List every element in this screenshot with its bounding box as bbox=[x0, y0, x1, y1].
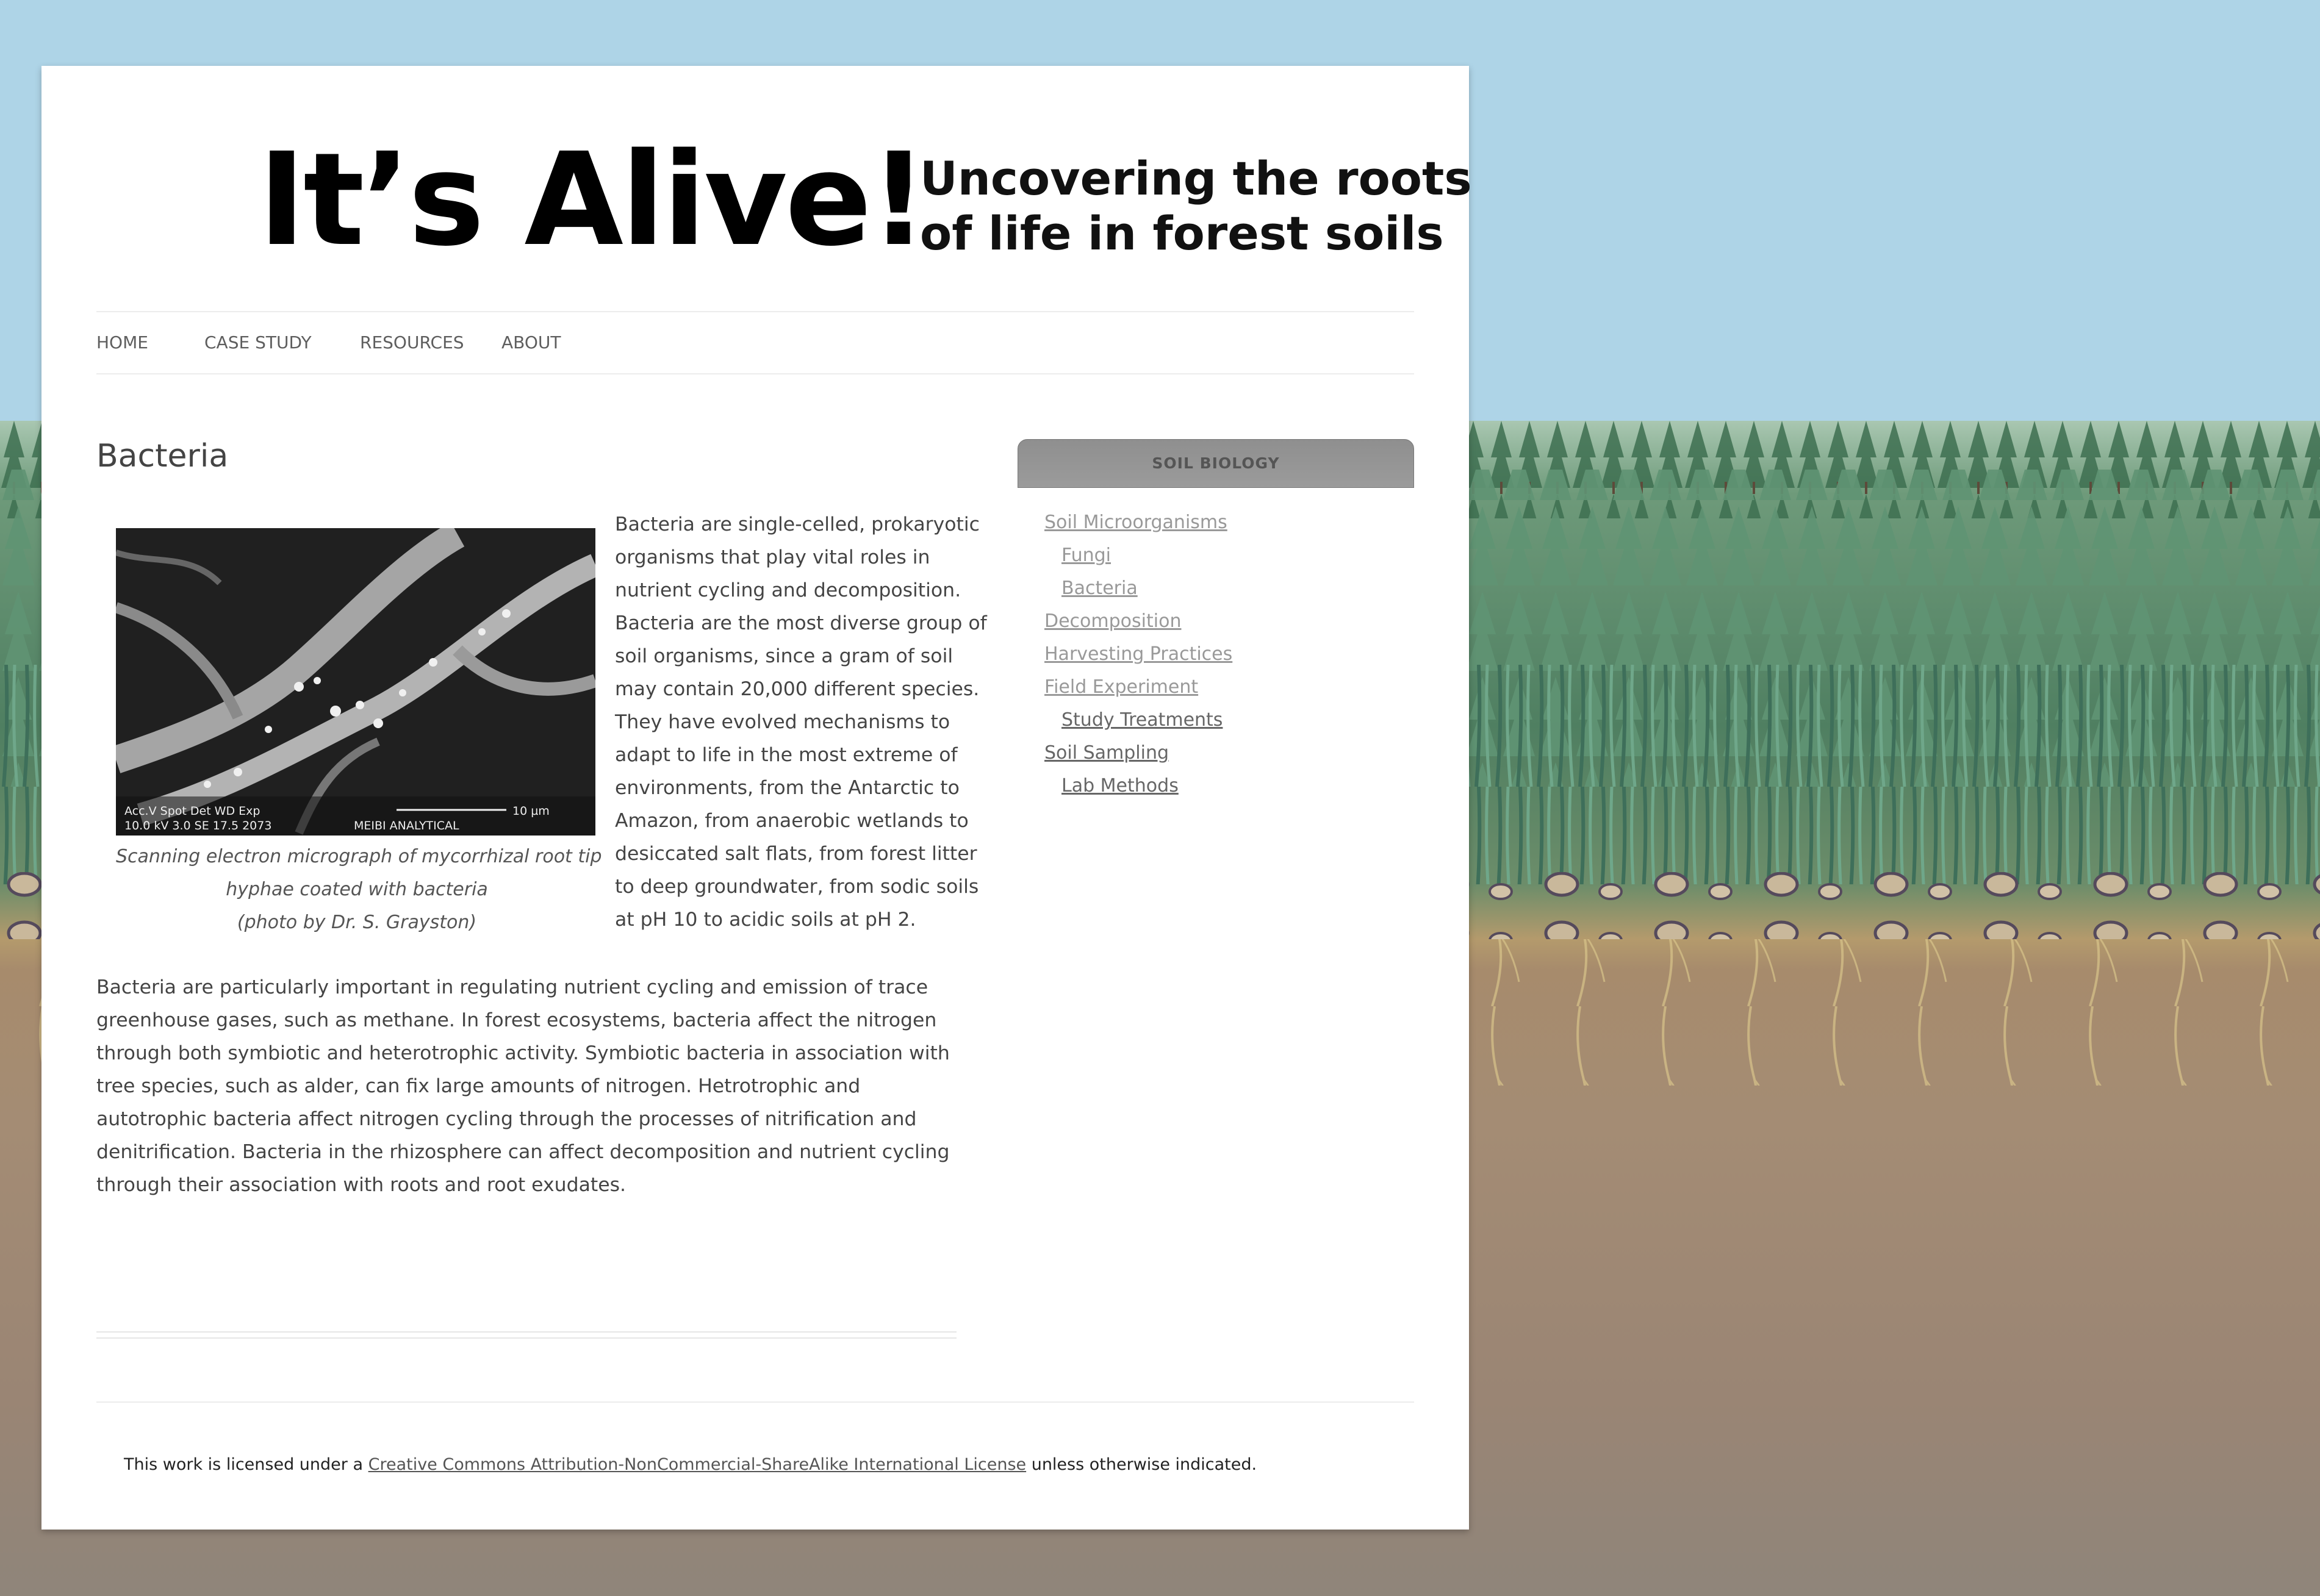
bacteria-figure: Acc.V Spot Det WD Exp 10.0 kV 3.0 SE 17.… bbox=[116, 528, 602, 939]
caption-line-3: (photo by Dr. S. Grayston) bbox=[237, 912, 477, 933]
sidebar-item-field-experiment: Field Experiment bbox=[1018, 671, 1414, 704]
sem-micrograph-image: Acc.V Spot Det WD Exp 10.0 kV 3.0 SE 17.… bbox=[116, 528, 595, 836]
sidebar-link-field-experiment[interactable]: Field Experiment bbox=[1018, 671, 1414, 704]
tagline-line-2: of life in forest soils bbox=[920, 206, 1444, 260]
sidebar-item-fungi: Fungi bbox=[1018, 539, 1414, 572]
sidebar-link-harvesting-practices[interactable]: Harvesting Practices bbox=[1018, 638, 1414, 671]
sidebar-item-study-treatments: Study Treatments bbox=[1018, 704, 1414, 737]
nav-about[interactable]: ABOUT bbox=[501, 312, 561, 373]
license-footer: This work is licensed under a Creative C… bbox=[124, 1455, 1257, 1474]
intro-paragraph: Bacteria are single-celled, prokaryotic … bbox=[615, 514, 987, 931]
micrograph-scale-text: Acc.V Spot Det WD Exp bbox=[124, 804, 260, 818]
page-title: Bacteria bbox=[96, 438, 229, 474]
caption-line-2: hyphae coated with bacteria bbox=[226, 879, 488, 900]
nav-home[interactable]: HOME bbox=[96, 312, 148, 373]
micrograph-scale-text-2: 10.0 kV 3.0 SE 17.5 2073 bbox=[124, 819, 271, 832]
sidebar-link-decomposition[interactable]: Decomposition bbox=[1018, 605, 1414, 638]
sidebar-item-harvesting-practices: Harvesting Practices bbox=[1018, 638, 1414, 671]
page-container: It’s Alive! Uncovering the roots of life… bbox=[41, 66, 1472, 1530]
site-title[interactable]: It’s Alive! bbox=[258, 133, 928, 267]
micrograph-scale-label: 10 µm bbox=[512, 804, 550, 818]
footer-divider bbox=[96, 1401, 1414, 1403]
tagline-line-1: Uncovering the roots bbox=[920, 151, 1472, 206]
sidebar-item-decomposition: Decomposition bbox=[1018, 605, 1414, 638]
footer-prefix: This work is licensed under a bbox=[124, 1455, 368, 1474]
nav-case-study[interactable]: CASE STUDY bbox=[204, 312, 312, 373]
micrograph-lab-label: MEIBI ANALYTICAL bbox=[354, 819, 459, 832]
sidebar-widget-soil-biology: SOIL BIOLOGY Soil Microorganisms Fungi B… bbox=[1018, 439, 1414, 803]
sidebar-link-soil-sampling[interactable]: Soil Sampling bbox=[1018, 737, 1414, 770]
caption-line-1: Scanning electron micrograph of mycorrhi… bbox=[116, 846, 602, 867]
main-navigation: HOME CASE STUDY RESOURCES ABOUT bbox=[96, 311, 1414, 374]
sidebar-link-study-treatments[interactable]: Study Treatments bbox=[1018, 704, 1414, 737]
sidebar-item-lab-methods: Lab Methods bbox=[1018, 770, 1414, 803]
sidebar-menu: Soil Microorganisms Fungi Bacteria Decom… bbox=[1018, 506, 1414, 803]
widget-title: SOIL BIOLOGY bbox=[1018, 439, 1414, 488]
nav-resources[interactable]: RESOURCES bbox=[360, 312, 464, 373]
sidebar-link-fungi[interactable]: Fungi bbox=[1018, 539, 1414, 572]
site-header-banner[interactable]: It’s Alive! Uncovering the roots of life… bbox=[41, 66, 1472, 310]
micrograph-graphic: Acc.V Spot Det WD Exp 10.0 kV 3.0 SE 17.… bbox=[116, 528, 595, 836]
footer-suffix: unless otherwise indicated. bbox=[1026, 1455, 1257, 1474]
entry-divider bbox=[96, 1331, 957, 1339]
sidebar-item-bacteria: Bacteria bbox=[1018, 572, 1414, 605]
sidebar-item-soil-sampling: Soil Sampling bbox=[1018, 737, 1414, 770]
sidebar-link-lab-methods[interactable]: Lab Methods bbox=[1018, 770, 1414, 803]
body-paragraph: Bacteria are particularly important in r… bbox=[96, 976, 950, 1196]
site-tagline: Uncovering the roots of life in forest s… bbox=[920, 151, 1472, 261]
sidebar-link-bacteria[interactable]: Bacteria bbox=[1018, 572, 1414, 605]
sidebar-item-soil-microorganisms: Soil Microorganisms bbox=[1018, 506, 1414, 539]
image-caption: Scanning electron micrograph of mycorrhi… bbox=[116, 840, 602, 939]
license-link[interactable]: Creative Commons Attribution-NonCommerci… bbox=[368, 1455, 1027, 1474]
sidebar-link-soil-microorganisms[interactable]: Soil Microorganisms bbox=[1018, 506, 1414, 539]
